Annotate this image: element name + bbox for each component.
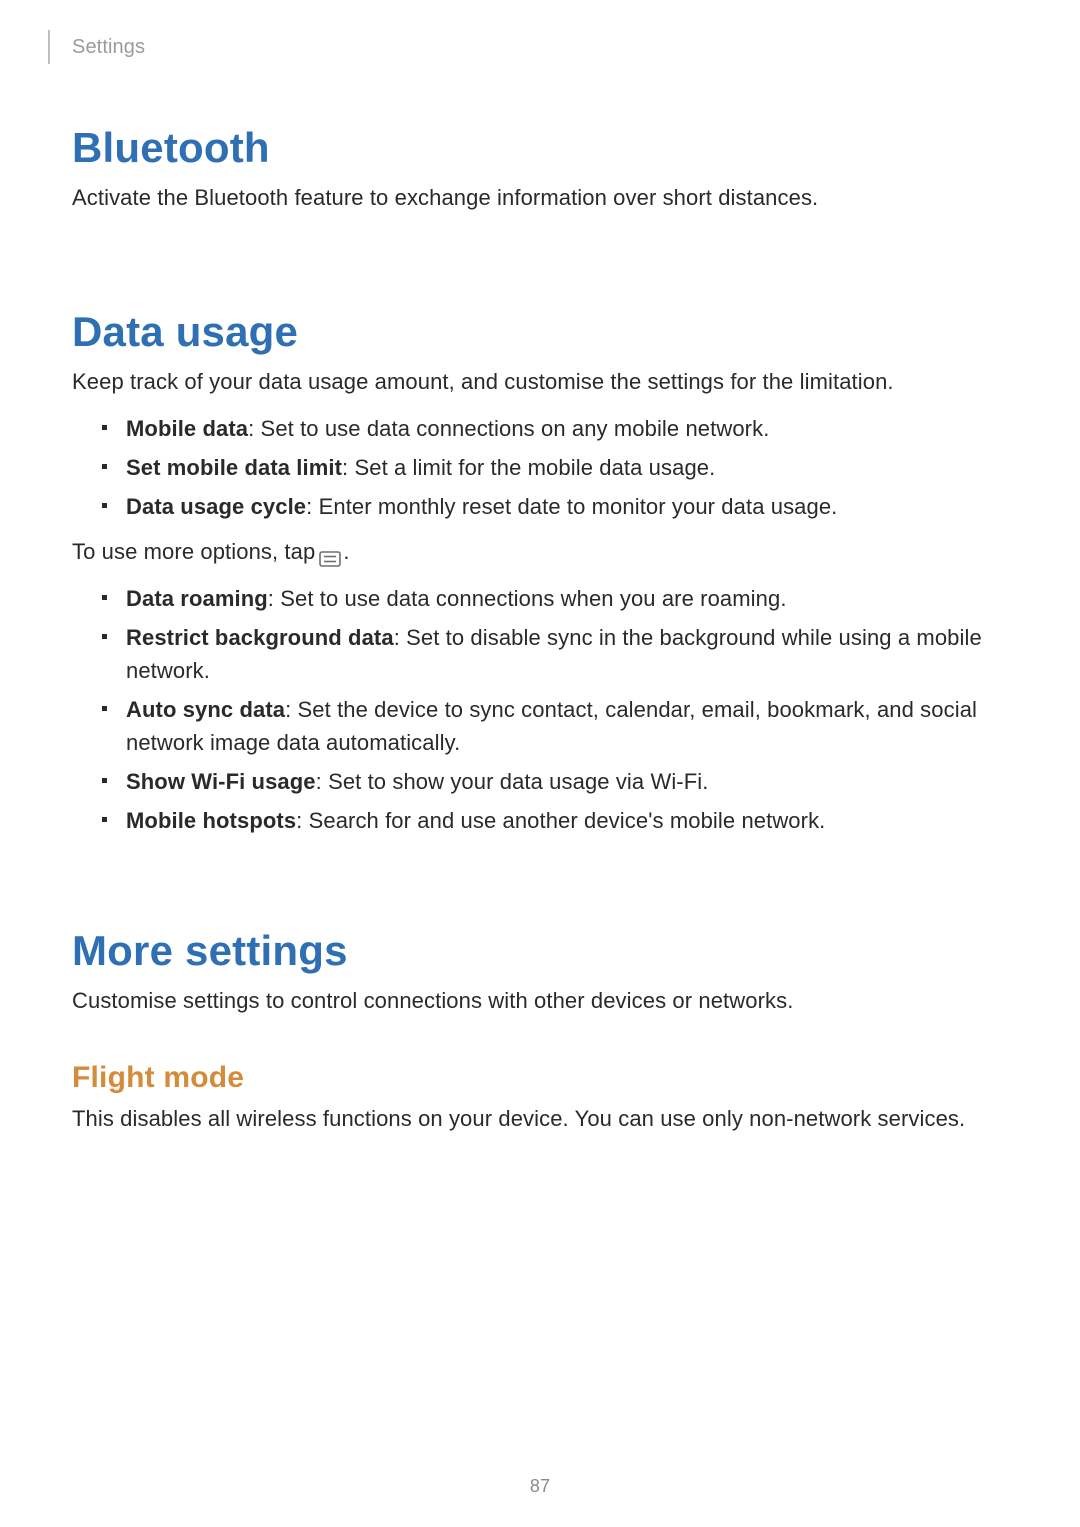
options-suffix: . xyxy=(343,535,349,568)
page-container: Settings Bluetooth Activate the Bluetoot… xyxy=(0,0,1080,1527)
page-header: Settings xyxy=(72,32,1008,62)
section-title-bluetooth: Bluetooth xyxy=(72,124,1008,172)
term-text: : Search for and use another device's mo… xyxy=(296,808,825,833)
term-text: : Set to use data connections on any mob… xyxy=(248,416,769,441)
header-divider xyxy=(48,30,50,64)
subsection-title-flight-mode: Flight mode xyxy=(72,1061,1008,1095)
list-item: Restrict background data: Set to disable… xyxy=(102,621,1008,687)
term: Set mobile data limit xyxy=(126,455,342,480)
term: Mobile hotspots xyxy=(126,808,296,833)
list-item: Mobile hotspots: Search for and use anot… xyxy=(102,804,1008,837)
term: Mobile data xyxy=(126,416,248,441)
spacer xyxy=(72,214,1008,262)
data-usage-list-2: Data roaming: Set to use data connection… xyxy=(72,582,1008,837)
list-item: Data roaming: Set to use data connection… xyxy=(102,582,1008,615)
menu-icon xyxy=(319,543,341,559)
options-prefix: To use more options, tap xyxy=(72,535,315,568)
page-number: 87 xyxy=(0,1476,1080,1497)
list-item: Mobile data: Set to use data connections… xyxy=(102,412,1008,445)
spacer xyxy=(72,843,1008,883)
section-title-data-usage: Data usage xyxy=(72,308,1008,356)
list-item: Set mobile data limit: Set a limit for t… xyxy=(102,451,1008,484)
term: Restrict background data xyxy=(126,625,394,650)
more-options-line: To use more options, tap . xyxy=(72,535,1008,568)
list-item: Show Wi-Fi usage: Set to show your data … xyxy=(102,765,1008,798)
term-text: : Enter monthly reset date to monitor yo… xyxy=(306,494,837,519)
breadcrumb: Settings xyxy=(72,36,145,59)
term: Data usage cycle xyxy=(126,494,306,519)
bluetooth-description: Activate the Bluetooth feature to exchan… xyxy=(72,182,1008,214)
flight-mode-description: This disables all wireless functions on … xyxy=(72,1103,1008,1135)
data-usage-list-1: Mobile data: Set to use data connections… xyxy=(72,412,1008,523)
term: Data roaming xyxy=(126,586,268,611)
section-title-more-settings: More settings xyxy=(72,927,1008,975)
term-text: : Set a limit for the mobile data usage. xyxy=(342,455,715,480)
list-item: Data usage cycle: Enter monthly reset da… xyxy=(102,490,1008,523)
list-item: Auto sync data: Set the device to sync c… xyxy=(102,693,1008,759)
term: Show Wi-Fi usage xyxy=(126,769,316,794)
term: Auto sync data xyxy=(126,697,285,722)
more-settings-description: Customise settings to control connection… xyxy=(72,985,1008,1017)
term-text: : Set to use data connections when you a… xyxy=(268,586,787,611)
term-text: : Set to show your data usage via Wi-Fi. xyxy=(316,769,709,794)
data-usage-description: Keep track of your data usage amount, an… xyxy=(72,366,1008,398)
